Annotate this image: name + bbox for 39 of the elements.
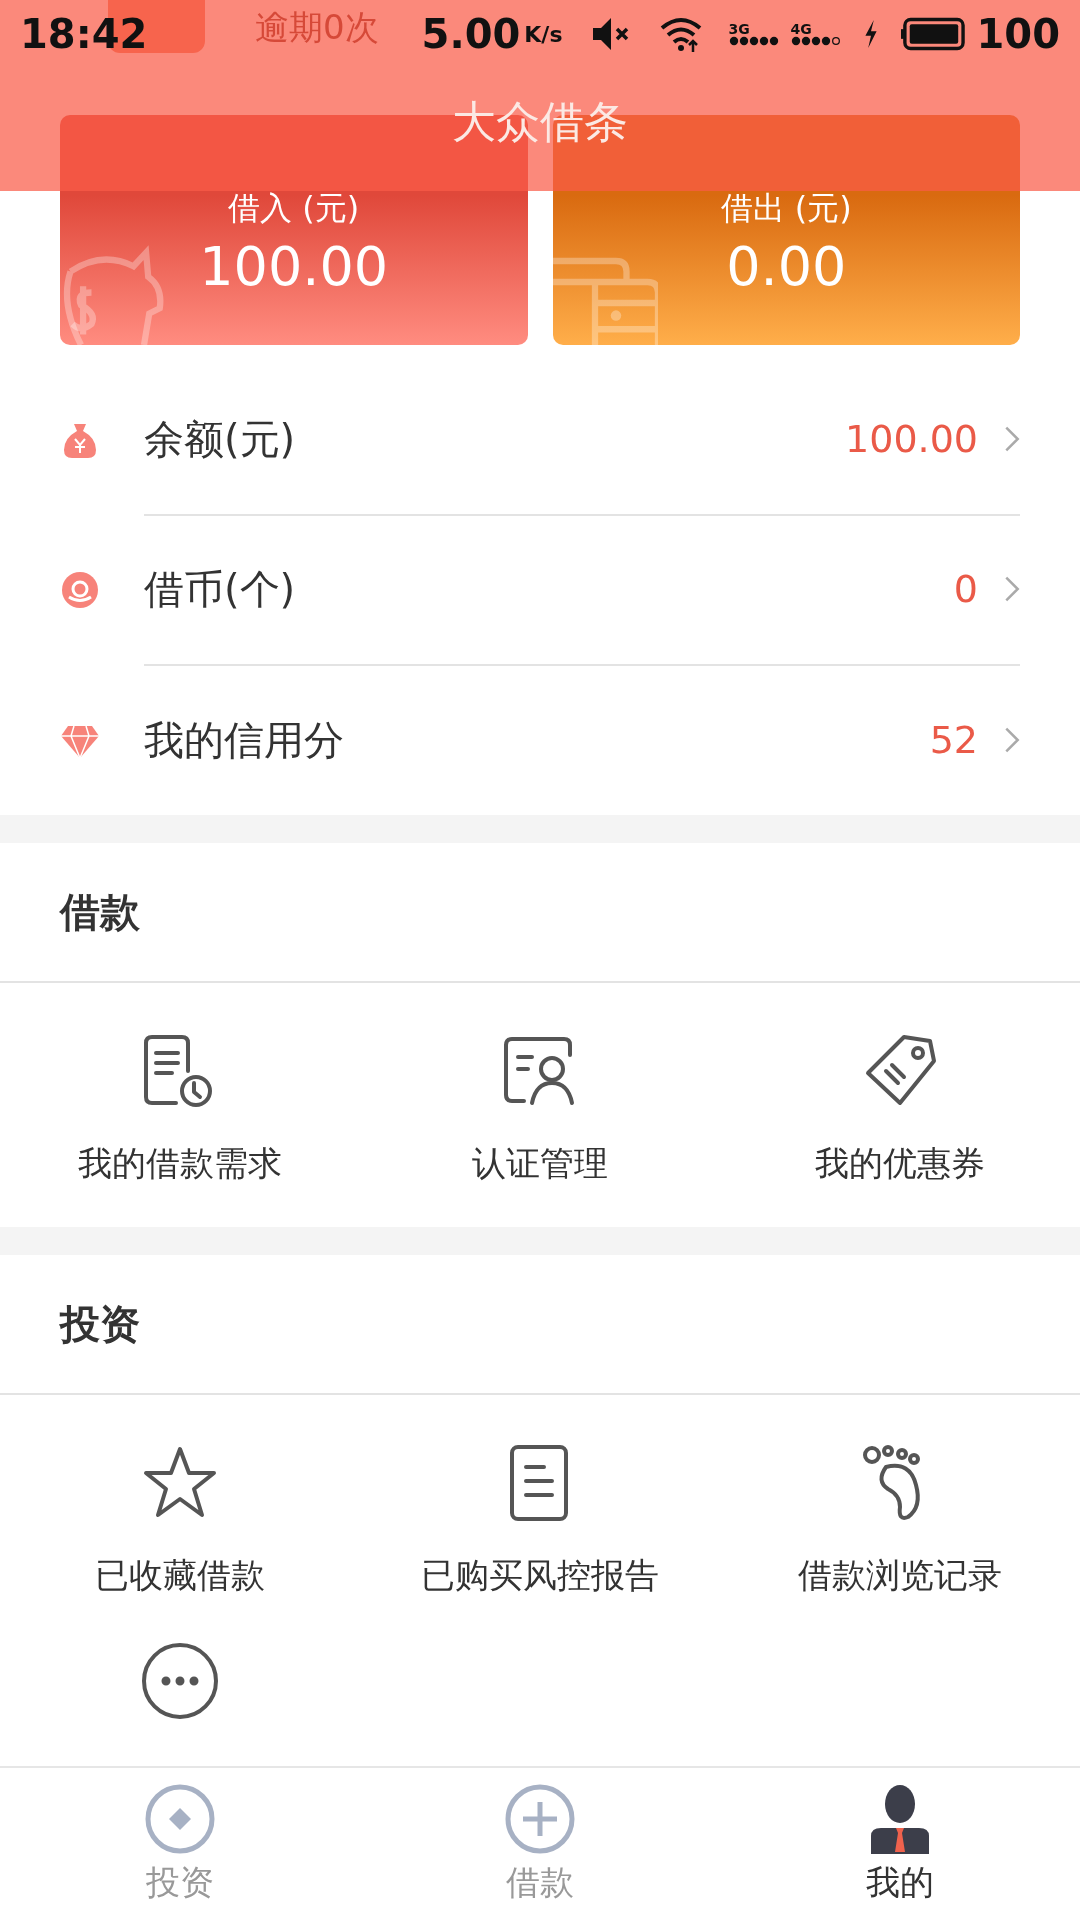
signal-icon: [790, 36, 841, 46]
status-time: 18:42: [20, 11, 148, 57]
menu-item[interactable]: 认证管理: [360, 1031, 720, 1187]
account-row[interactable]: 余额(元) 100.00: [0, 365, 1080, 515]
account-value: 52: [929, 718, 978, 762]
tab-item[interactable]: 我的: [720, 1768, 1080, 1920]
card-amount: 100.00: [199, 235, 389, 298]
network-type: 3G: [728, 22, 750, 36]
more-icon: [140, 1641, 220, 1721]
plus-circle-icon: [505, 1784, 575, 1854]
section-title: 投资: [60, 1299, 140, 1349]
card-label: 借入 (元): [228, 188, 360, 229]
account-label: 我的信用分: [144, 715, 345, 765]
chevron-icon: [1004, 575, 1020, 603]
menu-item[interactable]: 我的优惠券: [720, 1031, 1080, 1187]
menu-item[interactable]: 我的借款需求: [0, 1031, 360, 1187]
chevron-icon: [1004, 726, 1020, 754]
network-speed: 5.00: [421, 11, 521, 57]
overdue-text: 逾期0次: [255, 5, 379, 49]
account-value: 0: [953, 567, 978, 611]
speed-unit: K/s: [524, 21, 563, 47]
section-title: 借款: [60, 887, 140, 937]
menu-item[interactable]: 已购买风控报告: [360, 1443, 720, 1599]
coin-face-icon: [60, 570, 100, 610]
account-row[interactable]: 我的信用分 52: [0, 665, 1080, 815]
chevron-icon: [1004, 425, 1020, 453]
battery-icon: [900, 17, 965, 51]
account-value: 100.00: [845, 417, 978, 461]
battery-level: 100: [976, 11, 1060, 57]
network-type: 4G: [790, 22, 812, 36]
card-amount: 0.00: [726, 235, 847, 298]
signal-icon: [728, 36, 779, 46]
account-label: 余额(元): [144, 414, 297, 464]
menu-item[interactable]: 借款浏览记录: [720, 1443, 1080, 1599]
card-label: 借出 (元): [720, 188, 852, 229]
menu-item[interactable]: 已收藏借款: [0, 1443, 360, 1599]
diamond-circle-icon: [145, 1784, 215, 1854]
account-row[interactable]: 借币(个) 0: [0, 515, 1080, 665]
account-label: 借币(个): [144, 564, 297, 614]
